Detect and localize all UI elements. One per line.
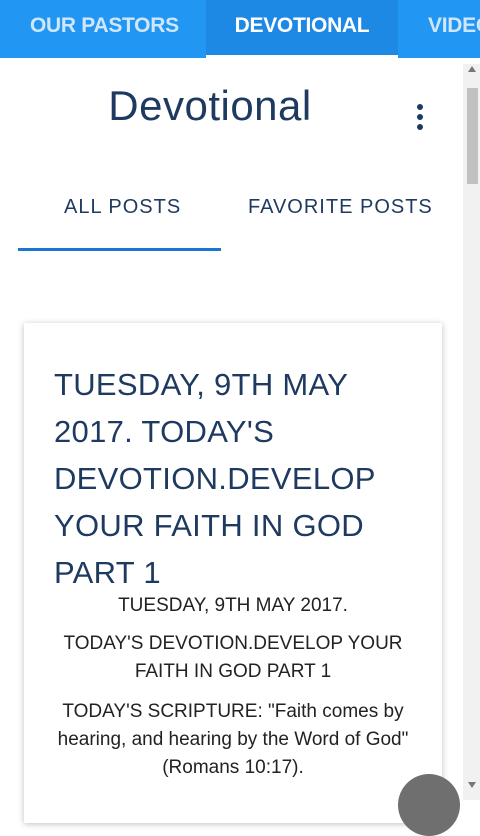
tab-our-pastors[interactable]: OUR PASTORS: [30, 0, 179, 58]
top-tab-bar: OUR PASTORS DEVOTIONAL VIDEOS: [0, 0, 480, 58]
post-title[interactable]: TUESDAY, 9TH MAY 2017. TODAY'S DEVOTION.…: [54, 361, 404, 596]
scroll-up-arrow-icon[interactable]: [468, 66, 476, 72]
floating-action-button[interactable]: [398, 774, 460, 836]
scroll-down-arrow-icon[interactable]: [468, 782, 476, 788]
tab-favorite-posts[interactable]: FAVORITE POSTS: [248, 196, 433, 219]
devotional-webview: Devotional ALL POSTS FAVORITE POSTS TUES…: [0, 58, 480, 823]
post-paragraph: TODAY'S DEVOTION.DEVELOP YOUR FAITH IN G…: [63, 633, 403, 682]
tab-devotional[interactable]: DEVOTIONAL: [206, 0, 398, 58]
sub-tab-indicator: [18, 248, 221, 251]
more-vert-icon[interactable]: [408, 98, 432, 134]
post-paragraph: TODAY'S SCRIPTURE: "Faith comes by heari…: [57, 701, 409, 778]
post-paragraph: TUESDAY, 9TH MAY 2017.: [118, 595, 348, 616]
page-title: Devotional: [108, 82, 312, 129]
post-card[interactable]: TUESDAY, 9TH MAY 2017. TODAY'S DEVOTION.…: [24, 323, 442, 823]
tab-videos[interactable]: VIDEOS: [428, 0, 480, 58]
scrollbar-thumb[interactable]: [467, 88, 478, 184]
tab-all-posts[interactable]: ALL POSTS: [64, 196, 181, 219]
post-excerpt: TUESDAY, 9TH MAY 2017. TODAY'S DEVOTION.…: [24, 595, 442, 794]
